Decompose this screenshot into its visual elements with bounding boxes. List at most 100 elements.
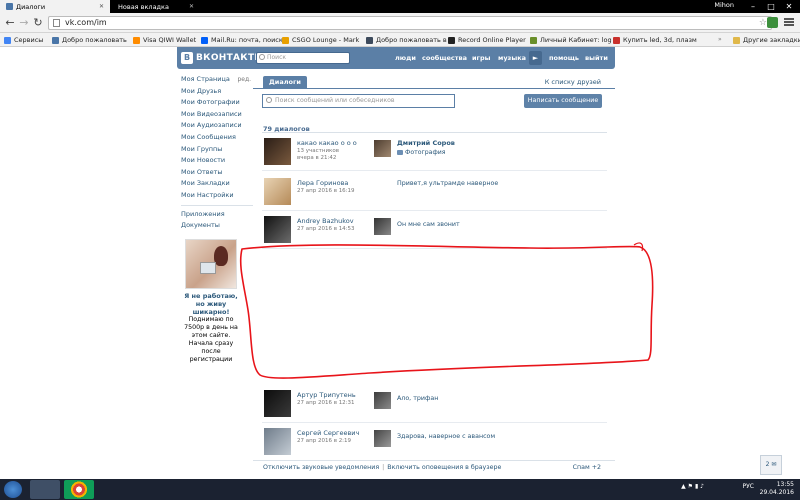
- dialog-time: 27 апр 2016 в 2:19: [297, 438, 352, 444]
- menu-settings[interactable]: Мои Настройки: [181, 190, 253, 202]
- chrome-menu-icon[interactable]: [784, 18, 794, 26]
- write-message-button[interactable]: Написать сообщение: [524, 94, 602, 108]
- system-clock[interactable]: 13:55 29.04.2016: [760, 481, 794, 497]
- spam-link[interactable]: Спам +2: [573, 464, 601, 471]
- dialog-name[interactable]: Andrey Bazhukov: [297, 217, 354, 225]
- message-avatar[interactable]: [374, 392, 391, 409]
- bookmark-label: Record Online Player: [458, 36, 526, 44]
- avatar[interactable]: [264, 390, 291, 417]
- bookmark-item[interactable]: Личный Кабинет: log: [530, 35, 612, 45]
- csgo-icon: [282, 36, 289, 44]
- steam-icon: [366, 36, 373, 44]
- bookmark-item[interactable]: CSGO Lounge - Mark: [282, 35, 359, 45]
- menu-messages[interactable]: Мои Сообщения: [181, 132, 253, 144]
- avatar[interactable]: [264, 138, 291, 165]
- dialog-time: 27 апр 2016 в 16:19: [297, 188, 355, 194]
- back-icon[interactable]: ←: [3, 16, 17, 30]
- reload-icon[interactable]: ↻: [31, 16, 45, 30]
- dialog-name[interactable]: какао какао о о о: [297, 139, 357, 147]
- message-author[interactable]: Дмитрий Соров: [397, 139, 455, 147]
- maximize-icon[interactable]: □: [762, 0, 780, 13]
- music-play-icon[interactable]: ►: [529, 51, 542, 65]
- nav-people[interactable]: люди: [395, 47, 416, 69]
- dialog-row[interactable]: какао какао о о о 13 участников вчера в …: [262, 134, 607, 171]
- bookmark-item[interactable]: Добро пожаловать в: [366, 35, 447, 45]
- explorer-icon[interactable]: [30, 480, 60, 499]
- tab-dialogs[interactable]: Диалоги ✕: [0, 0, 110, 13]
- footer-divider: [253, 460, 615, 461]
- dialog-row[interactable]: Сергей Сергеевич 27 апр 2016 в 2:19 Здар…: [262, 424, 607, 461]
- menu-groups[interactable]: Мои Группы: [181, 144, 253, 156]
- disable-sound-link[interactable]: Отключить звуковые уведомления: [263, 464, 379, 471]
- bookmark-star-icon[interactable]: ☆: [759, 17, 767, 29]
- menu-friends[interactable]: Мои Друзья: [181, 86, 253, 98]
- menu-my-page[interactable]: Моя Страница ред.: [181, 74, 253, 86]
- cabinet-icon: [530, 36, 537, 44]
- close-window-icon[interactable]: ✕: [780, 0, 798, 13]
- bookmarks-bar: Сервисы Добро пожаловать Visa QIWI Walle…: [0, 33, 800, 47]
- dialog-name[interactable]: Сергей Сергеевич: [297, 429, 359, 437]
- nav-help[interactable]: помощь: [549, 47, 579, 69]
- menu-apps[interactable]: Приложения: [181, 209, 253, 221]
- dialog-time: 27 апр 2016 в 12:31: [297, 400, 355, 406]
- bookmark-item[interactable]: Добро пожаловать: [52, 35, 127, 45]
- bookmark-item[interactable]: Mail.Ru: почта, поиск: [201, 35, 283, 45]
- footer-separator: |: [382, 464, 385, 471]
- bookmark-label: Добро пожаловать: [62, 36, 127, 44]
- menu-videos[interactable]: Мои Видеозаписи: [181, 109, 253, 121]
- browser-toolbar: ← → ↻ vk.com/im ☆: [0, 13, 800, 33]
- menu-news[interactable]: Мои Новости: [181, 155, 253, 167]
- menu-answers[interactable]: Мои Ответы: [181, 167, 253, 179]
- record-icon: [448, 36, 455, 44]
- avatar[interactable]: [264, 178, 291, 205]
- message-text: Привет,я ультрамде наверное: [397, 180, 499, 187]
- avatar[interactable]: [264, 428, 291, 455]
- menu-audio[interactable]: Мои Аудиозаписи: [181, 120, 253, 132]
- language-indicator[interactable]: РУС: [743, 483, 754, 490]
- bookmark-item[interactable]: Visa QIWI Wallet: [133, 35, 196, 45]
- chrome-taskbar-icon[interactable]: [64, 480, 94, 499]
- nav-games[interactable]: игры: [472, 47, 490, 69]
- profile-name[interactable]: Mihon: [714, 1, 734, 9]
- im-search-input[interactable]: Поиск сообщений или собеседников: [262, 94, 455, 108]
- left-menu: Моя Страница ред. Мои Друзья Мои Фотогра…: [181, 74, 253, 232]
- menu-photos[interactable]: Мои Фотографии: [181, 97, 253, 109]
- bookmark-services[interactable]: Сервисы: [4, 35, 43, 45]
- other-bookmarks[interactable]: Другие закладки: [733, 35, 800, 45]
- extension-icon[interactable]: [767, 17, 778, 28]
- nav-logout[interactable]: выйти: [585, 47, 608, 69]
- to-friends-link[interactable]: К списку друзей: [545, 78, 601, 86]
- tray-icons[interactable]: ▲ ⚑ ▮ ♪: [681, 483, 704, 490]
- vk-search-input[interactable]: Поиск: [256, 52, 350, 64]
- bookmark-item[interactable]: Купить led, 3d, плазм: [613, 35, 697, 45]
- address-bar[interactable]: vk.com/im ☆: [48, 16, 772, 30]
- enable-notifications-link[interactable]: Включить оповещения в браузере: [387, 464, 501, 471]
- bookmark-label: Купить led, 3d, плазм: [623, 36, 697, 44]
- tab-new[interactable]: Новая вкладка ✕: [112, 0, 200, 13]
- message-avatar[interactable]: [374, 430, 391, 447]
- minimize-icon[interactable]: –: [744, 0, 762, 13]
- laptop-icon: [200, 262, 216, 274]
- menu-documents[interactable]: Документы: [181, 220, 253, 232]
- dialog-row[interactable]: Лера Горинова 27 апр 2016 в 16:19 Привет…: [262, 174, 607, 211]
- start-button-icon[interactable]: [4, 481, 22, 498]
- nav-communities[interactable]: сообщества: [422, 47, 467, 69]
- close-tab-icon[interactable]: ✕: [189, 3, 194, 10]
- edit-link[interactable]: ред.: [237, 74, 251, 86]
- forward-icon[interactable]: →: [17, 16, 31, 30]
- page-icon: [53, 19, 60, 27]
- messages-counter-badge[interactable]: 2 ✉: [760, 455, 782, 475]
- more-bookmarks-icon[interactable]: »: [718, 36, 722, 43]
- close-tab-icon[interactable]: ✕: [99, 3, 104, 10]
- bookmark-label: Другие закладки: [743, 36, 800, 44]
- nav-music[interactable]: музыка: [498, 47, 526, 69]
- bookmark-item[interactable]: Record Online Player: [448, 35, 526, 45]
- dialog-row[interactable]: Артур Трипутень 27 апр 2016 в 12:31 Ало,…: [262, 386, 607, 423]
- dialog-name[interactable]: Артур Трипутень: [297, 391, 356, 399]
- message-avatar[interactable]: [374, 218, 391, 235]
- dialog-name[interactable]: Лера Горинова: [297, 179, 348, 187]
- message-avatar[interactable]: [374, 140, 391, 157]
- vk-logo[interactable]: В ВКОНТАКТЕ: [181, 52, 261, 64]
- menu-bookmarks[interactable]: Мои Закладки: [181, 178, 253, 190]
- search-placeholder: Поиск: [267, 54, 287, 61]
